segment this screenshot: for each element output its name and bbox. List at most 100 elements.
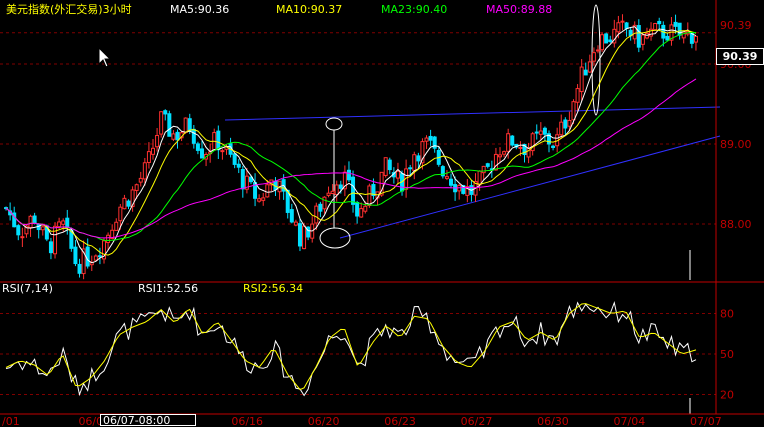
- candle-body: [665, 35, 670, 41]
- candle-body: [261, 197, 266, 201]
- candle: [73, 240, 78, 267]
- candle-body: [424, 137, 429, 142]
- candle: [220, 149, 225, 160]
- candle-body: [600, 34, 605, 51]
- candle-body: [138, 177, 143, 183]
- candle-body: [571, 101, 576, 121]
- candle: [653, 22, 658, 31]
- price-top-label: 90.39: [720, 19, 752, 32]
- candle-body: [485, 163, 490, 167]
- candle: [146, 142, 151, 169]
- candle: [199, 140, 204, 159]
- candle: [395, 162, 400, 185]
- candle-body: [412, 154, 417, 171]
- rsi1-readout: RSI1:52.56: [138, 282, 198, 295]
- candle-body: [538, 130, 543, 135]
- current-price-badge: 90.39: [716, 48, 764, 65]
- candle: [579, 59, 584, 101]
- candle: [457, 184, 462, 200]
- resistance-trendline[interactable]: [224, 106, 721, 121]
- candle: [261, 192, 266, 206]
- crosshair-time-tooltip: 06/07-08:00: [100, 414, 196, 427]
- ma5-readout: MA5:90.36: [170, 3, 229, 16]
- candle: [391, 167, 396, 184]
- candle: [318, 201, 323, 218]
- candle: [424, 135, 429, 149]
- rsi1-line: [5, 300, 697, 397]
- candle-body: [395, 170, 400, 179]
- low-marker-ellipse[interactable]: [319, 227, 351, 249]
- candle: [485, 162, 490, 169]
- candle-body: [257, 198, 262, 202]
- candle-body: [93, 255, 98, 261]
- candle-body: [20, 236, 25, 239]
- candle: [612, 19, 617, 48]
- candle-body: [236, 163, 241, 168]
- candle-body: [126, 200, 131, 207]
- candle-body: [477, 170, 482, 186]
- candle: [640, 34, 645, 51]
- candle: [289, 203, 294, 224]
- candle-body: [636, 25, 641, 48]
- candle-body: [106, 234, 111, 244]
- candle: [530, 131, 535, 156]
- candle: [155, 127, 160, 152]
- candle-body: [318, 203, 323, 212]
- candle-body: [65, 217, 70, 228]
- candle: [212, 128, 217, 151]
- candle-body: [191, 128, 196, 144]
- date-tick-label: 06/30: [537, 415, 569, 426]
- date-tick-label: 06/23: [384, 415, 416, 426]
- candle: [326, 186, 331, 198]
- candle-body: [322, 196, 327, 210]
- candle-body: [559, 121, 564, 136]
- candle-body: [28, 215, 33, 228]
- candle: [204, 152, 209, 167]
- candle-body: [334, 184, 339, 196]
- candle-body: [351, 176, 356, 205]
- candle-body: [567, 120, 572, 127]
- candle: [351, 170, 356, 213]
- candle-body: [220, 150, 225, 153]
- candle-body: [326, 192, 331, 196]
- candle: [481, 165, 486, 181]
- candle: [359, 202, 364, 218]
- candle-body: [428, 135, 433, 141]
- candle-body: [693, 35, 698, 43]
- candle: [48, 237, 53, 260]
- candle-body: [159, 111, 164, 135]
- candle-body: [199, 148, 204, 159]
- candle-body: [689, 32, 694, 44]
- candle-body: [240, 168, 245, 190]
- ma50-line: [5, 78, 697, 239]
- candle: [432, 135, 437, 153]
- candle: [159, 111, 164, 138]
- candle: [498, 147, 503, 164]
- candle: [693, 35, 698, 51]
- high-marker-ellipse[interactable]: [325, 117, 343, 131]
- candle-body: [195, 143, 200, 151]
- candle: [551, 144, 556, 151]
- candle: [665, 33, 670, 41]
- candle: [85, 238, 90, 269]
- candle-body: [534, 131, 539, 134]
- candle: [469, 180, 474, 202]
- candle: [563, 117, 568, 135]
- rsi-tick-label: 80: [720, 308, 734, 321]
- candle-body: [302, 225, 307, 250]
- candle-body: [551, 145, 556, 148]
- candle-body: [85, 246, 90, 267]
- candle: [387, 157, 392, 175]
- candle: [195, 141, 200, 155]
- candle: [587, 54, 592, 73]
- price-tick-label: 88.00: [720, 218, 752, 231]
- price-chart-canvas[interactable]: 90.0089.0088.00805020/0106/06/1306/1606/…: [0, 0, 764, 426]
- candle-body: [616, 22, 621, 33]
- candle: [293, 219, 298, 227]
- rsi-grid: [0, 313, 716, 395]
- candle: [444, 170, 449, 181]
- candle-body: [175, 131, 180, 141]
- candle: [575, 84, 580, 112]
- candle-body: [583, 69, 588, 76]
- candle: [412, 151, 417, 180]
